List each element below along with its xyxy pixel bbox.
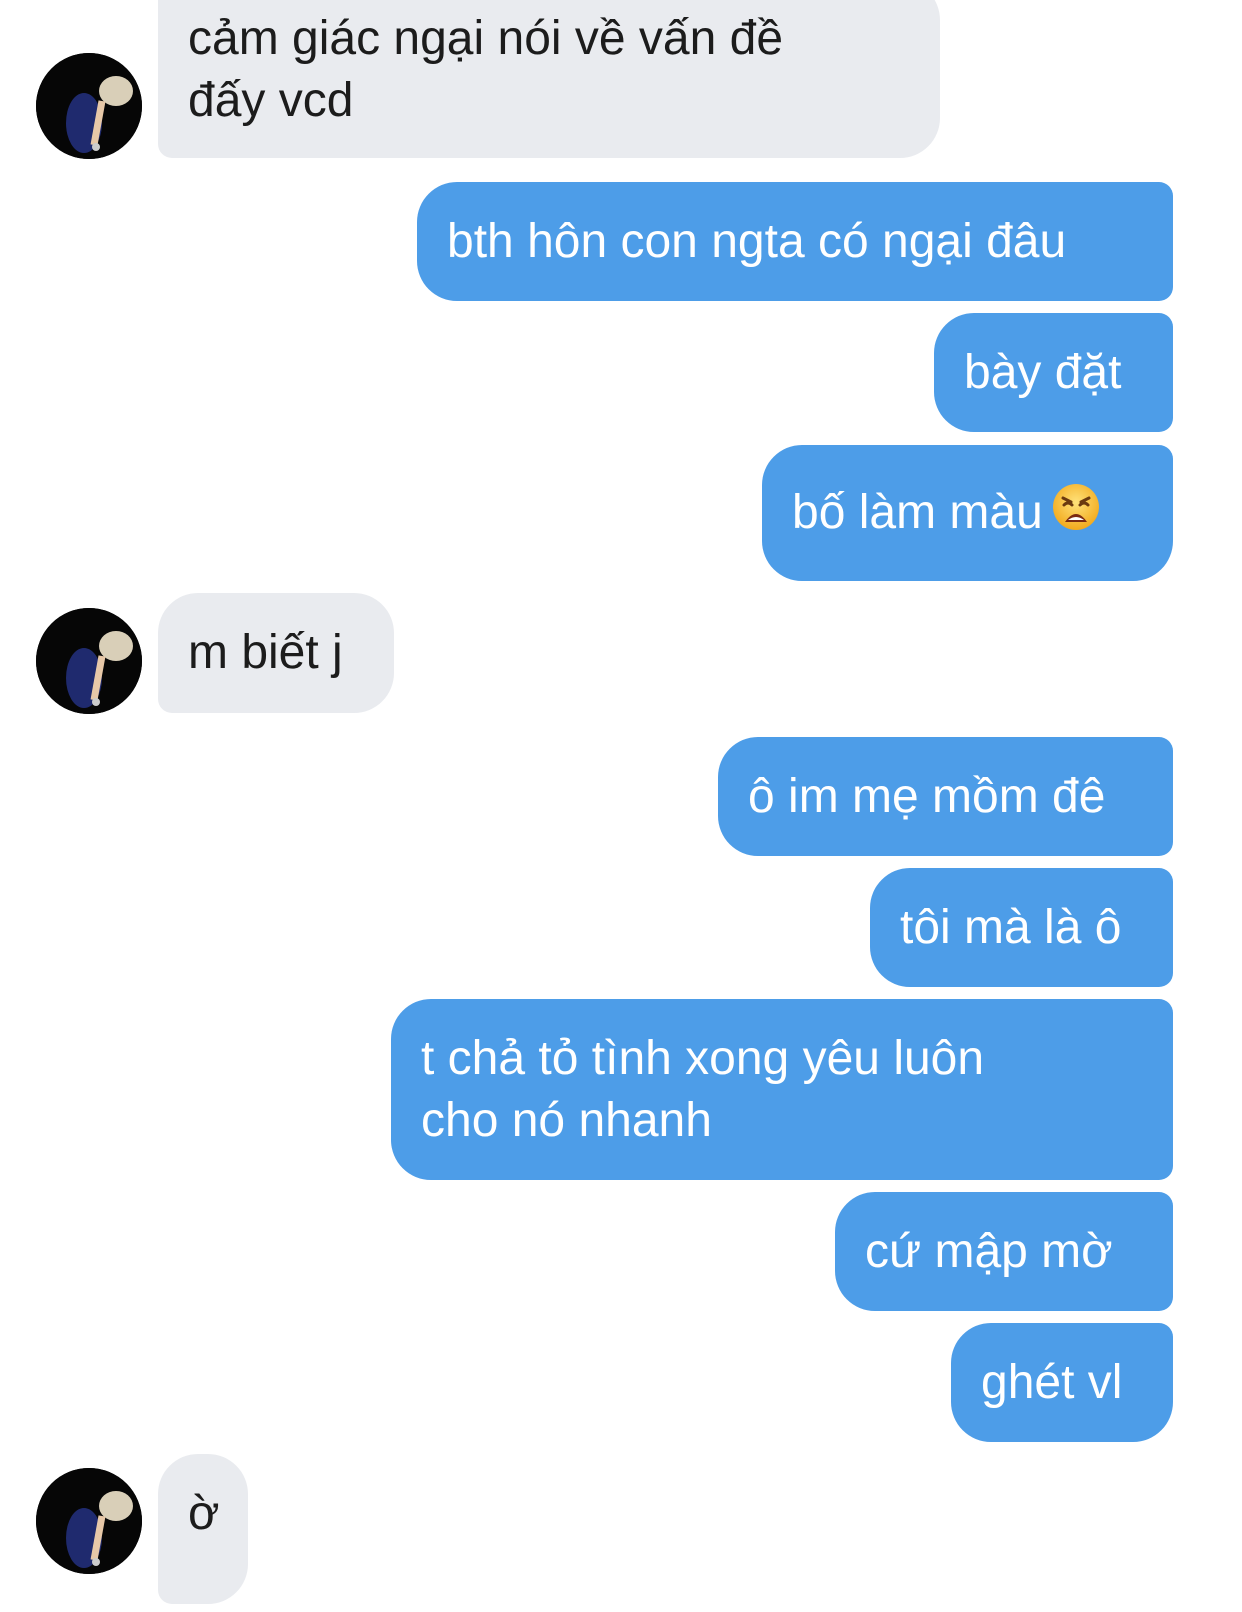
outgoing-message[interactable]: ô im mẹ mồm đê	[718, 737, 1173, 856]
message-text: bố làm màu	[792, 486, 1043, 539]
incoming-message[interactable]: m biết j	[158, 593, 394, 713]
weary-face-emoji-icon	[1051, 482, 1101, 548]
avatar-photo-icon	[36, 53, 142, 159]
contact-avatar[interactable]	[36, 53, 142, 159]
outgoing-message[interactable]: tôi mà là ô	[870, 868, 1173, 987]
outgoing-message[interactable]: bố làm màu	[762, 445, 1173, 581]
outgoing-message[interactable]: t chả tỏ tình xong yêu luôn cho nó nhanh	[391, 999, 1173, 1180]
contact-avatar[interactable]	[36, 608, 142, 714]
contact-avatar[interactable]	[36, 1468, 142, 1574]
outgoing-message[interactable]: bày đặt	[934, 313, 1173, 432]
avatar-photo-icon	[36, 1468, 142, 1574]
message-thread: cảm giác ngại nói về vấn đề đấy vcd bth …	[0, 0, 1242, 1612]
incoming-message[interactable]: ờ	[158, 1454, 248, 1604]
outgoing-message[interactable]: bth hôn con ngta có ngại đâu	[417, 182, 1173, 301]
incoming-message[interactable]: cảm giác ngại nói về vấn đề đấy vcd	[158, 0, 940, 158]
outgoing-message[interactable]: cứ mập mờ	[835, 1192, 1173, 1311]
outgoing-message[interactable]: ghét vl	[951, 1323, 1173, 1442]
avatar-photo-icon	[36, 608, 142, 714]
